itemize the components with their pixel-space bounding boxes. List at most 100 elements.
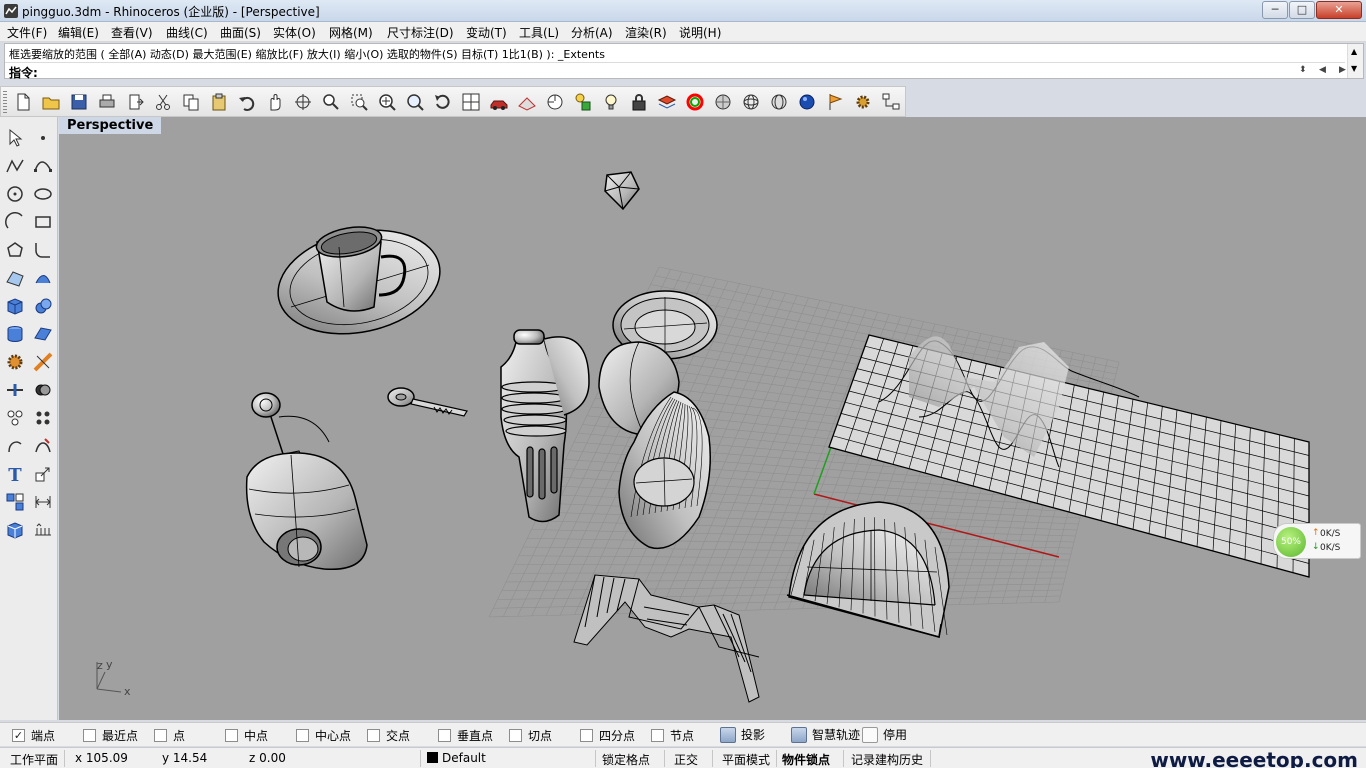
rectangle-tool[interactable] — [30, 209, 56, 235]
osnap-end[interactable]: ✓ 端点 — [12, 727, 55, 744]
pan-hand-button[interactable] — [263, 90, 287, 114]
menu-surface[interactable]: 曲面(S) — [217, 24, 264, 41]
history-right-icon[interactable]: ▶ — [1339, 65, 1346, 75]
osnap-toggle[interactable]: 物件锁点 — [782, 751, 830, 768]
print-button[interactable] — [95, 90, 119, 114]
rotate-curve-tool[interactable] — [2, 433, 28, 459]
color-wheel-button[interactable] — [683, 90, 707, 114]
menu-curve[interactable]: 曲线(C) — [163, 24, 211, 41]
menu-render[interactable]: 渲染(R) — [622, 24, 670, 41]
rotate-button[interactable] — [431, 90, 455, 114]
curve-edit-tool[interactable] — [30, 433, 56, 459]
arc-tool[interactable] — [2, 209, 28, 235]
maximize-button[interactable]: □ — [1289, 1, 1315, 19]
viewport-scene[interactable]: z y x — [59, 117, 1366, 720]
curve-points-tool[interactable] — [30, 153, 56, 179]
osnap-near-checkbox[interactable] — [83, 729, 96, 742]
perspective-viewport[interactable]: Perspective z y x — [59, 117, 1366, 720]
surface-edge-tool[interactable] — [30, 265, 56, 291]
menu-dimension[interactable]: 尺寸标注(D) — [384, 24, 457, 41]
osnap-perpendicular-checkbox[interactable] — [438, 729, 451, 742]
command-input[interactable] — [49, 63, 1289, 78]
car-button[interactable] — [487, 90, 511, 114]
scale-tool[interactable] — [30, 461, 56, 487]
smarttrack-toggle-icon[interactable] — [791, 726, 807, 743]
grid-tool-tool[interactable] — [30, 517, 56, 543]
zoom-window-button[interactable] — [347, 90, 371, 114]
command-flow-button[interactable] — [879, 90, 903, 114]
record-history-toggle[interactable]: 记录建构历史 — [851, 751, 923, 768]
disable-toggle-icon[interactable] — [862, 726, 878, 743]
plane-surface-tool[interactable] — [30, 321, 56, 347]
text-tool[interactable]: T — [2, 461, 28, 487]
paste-button[interactable] — [207, 90, 231, 114]
osnap-intersection[interactable]: 交点 — [367, 727, 410, 744]
polyline-tool[interactable] — [2, 153, 28, 179]
zoom-extents-button[interactable] — [375, 90, 399, 114]
ellipse-tool[interactable] — [30, 181, 56, 207]
history-left-icon[interactable]: ◀ — [1319, 65, 1326, 75]
box-tool[interactable] — [2, 293, 28, 319]
viewport-tab[interactable]: Perspective — [59, 117, 162, 134]
surface-points-tool[interactable] — [2, 265, 28, 291]
osnap-knot-checkbox[interactable] — [651, 729, 664, 742]
planar-toggle[interactable]: 平面模式 — [722, 751, 770, 768]
scroll-up-icon[interactable]: ▲ — [1351, 47, 1357, 56]
polygon-tool[interactable] — [2, 237, 28, 263]
zoom-selected-button[interactable] — [403, 90, 427, 114]
trim-tool[interactable] — [30, 349, 56, 375]
osnap-intersection-checkbox[interactable] — [367, 729, 380, 742]
render-sphere-button[interactable] — [711, 90, 735, 114]
osnap-mid[interactable]: 中点 — [225, 727, 268, 744]
zoom-button[interactable] — [319, 90, 343, 114]
array-tool[interactable] — [30, 405, 56, 431]
menu-help[interactable]: 说明(H) — [676, 24, 724, 41]
menu-tools[interactable]: 工具(L) — [516, 24, 562, 41]
import-button[interactable] — [123, 90, 147, 114]
light-bulb-button[interactable] — [599, 90, 623, 114]
osnap-point[interactable]: 点 — [154, 727, 185, 744]
osnap-quad-checkbox[interactable] — [580, 729, 593, 742]
boolean-tool[interactable] — [30, 377, 56, 403]
rotate-view-button[interactable] — [291, 90, 315, 114]
flag-button[interactable] — [823, 90, 847, 114]
osnap-smarttrack[interactable]: 智慧轨迹 — [791, 726, 860, 743]
block-tool[interactable] — [2, 489, 28, 515]
menu-transform[interactable]: 变动(T) — [463, 24, 510, 41]
osnap-knot[interactable]: 节点 — [651, 727, 694, 744]
osnap-point-checkbox[interactable] — [154, 729, 167, 742]
group-tool[interactable] — [2, 405, 28, 431]
cube-view-tool[interactable] — [2, 517, 28, 543]
osnap-mid-checkbox[interactable] — [225, 729, 238, 742]
osnap-disable[interactable]: 停用 — [862, 726, 907, 743]
osnap-perpendicular[interactable]: 垂直点 — [438, 727, 493, 744]
toolbar-grip[interactable] — [3, 91, 7, 113]
gear-options-button[interactable] — [851, 90, 875, 114]
command-scrollbar[interactable]: ▲ ▼ — [1347, 44, 1363, 78]
cylinder-tool[interactable] — [2, 321, 28, 347]
osnap-near[interactable]: 最近点 — [83, 727, 138, 744]
split-tool[interactable] — [2, 377, 28, 403]
menu-file[interactable]: 文件(F) — [4, 24, 50, 41]
osnap-end-checkbox[interactable]: ✓ — [12, 729, 25, 742]
network-speed-widget[interactable]: 50% ↑ 0K/S ↓ 0K/S — [1273, 523, 1361, 559]
close-button[interactable]: ✕ — [1316, 1, 1362, 19]
explode-gear-tool[interactable] — [2, 349, 28, 375]
four-viewports-button[interactable] — [459, 90, 483, 114]
select-arrow-tool[interactable] — [2, 125, 28, 151]
minimize-button[interactable]: ─ — [1262, 1, 1288, 19]
circle-tool[interactable] — [2, 181, 28, 207]
osnap-quad[interactable]: 四分点 — [580, 727, 635, 744]
layer-button[interactable] — [655, 90, 679, 114]
lock-button[interactable] — [627, 90, 651, 114]
layer-selector[interactable]: Default — [427, 751, 486, 765]
menu-solid[interactable]: 实体(O) — [270, 24, 319, 41]
menu-view[interactable]: 查看(V) — [108, 24, 156, 41]
menu-mesh[interactable]: 网格(M) — [326, 24, 376, 41]
osnap-tangent-checkbox[interactable] — [509, 729, 522, 742]
history-updown-icon[interactable]: ⬍ — [1299, 65, 1307, 75]
wireframe-sphere-button[interactable] — [739, 90, 763, 114]
menu-edit[interactable]: 编辑(E) — [55, 24, 102, 41]
cut-button[interactable] — [151, 90, 175, 114]
grid-snap-toggle[interactable]: 锁定格点 — [602, 751, 650, 768]
